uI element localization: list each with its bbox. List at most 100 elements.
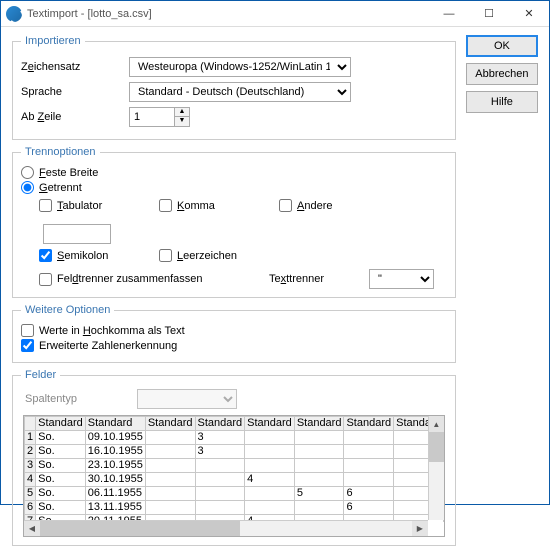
cell[interactable]: So. bbox=[36, 459, 86, 473]
row-number: 3 bbox=[25, 459, 36, 473]
fixed-width-radio[interactable]: Feste Breite bbox=[21, 166, 447, 179]
cell[interactable] bbox=[294, 473, 344, 487]
preview-grid[interactable]: StandardStandardStandardStandardStandard… bbox=[23, 415, 445, 537]
cell[interactable] bbox=[344, 473, 394, 487]
column-header[interactable]: Standard bbox=[294, 417, 344, 431]
column-header[interactable]: Standard bbox=[195, 417, 245, 431]
table-row[interactable]: 2So.16.10.1955 3 bbox=[25, 445, 444, 459]
help-button[interactable]: Hilfe bbox=[466, 91, 538, 113]
textdelim-label: Texttrenner bbox=[269, 273, 369, 285]
column-header[interactable]: Standard bbox=[85, 417, 145, 431]
scroll-right-icon[interactable]: ▶ bbox=[412, 521, 428, 536]
cell[interactable] bbox=[195, 501, 245, 515]
spin-up-icon[interactable]: ▲ bbox=[175, 108, 189, 117]
close-button[interactable]: ✕ bbox=[509, 1, 549, 27]
table-row[interactable]: 1So.09.10.1955 3 bbox=[25, 431, 444, 445]
cell[interactable] bbox=[245, 445, 295, 459]
other-input[interactable] bbox=[43, 224, 111, 244]
cell[interactable] bbox=[195, 473, 245, 487]
horizontal-scrollbar[interactable]: ◀ ▶ bbox=[24, 520, 428, 536]
fromrow-input[interactable] bbox=[129, 107, 175, 127]
table-row[interactable]: 3So.23.10.1955 bbox=[25, 459, 444, 473]
cell[interactable]: 3 bbox=[195, 431, 245, 445]
cell[interactable] bbox=[245, 501, 295, 515]
cell[interactable] bbox=[245, 487, 295, 501]
import-group: Importieren Zeichensatz Westeuropa (Wind… bbox=[12, 35, 456, 140]
fromrow-label: Ab Zeile bbox=[21, 111, 129, 123]
row-number: 4 bbox=[25, 473, 36, 487]
fromrow-spinner[interactable]: ▲▼ bbox=[129, 107, 190, 127]
separator-group: Trennoptionen Feste Breite Getrennt Tabu… bbox=[12, 146, 456, 298]
detect-numbers-checkbox[interactable]: Erweiterte Zahlenerkennung bbox=[21, 339, 447, 352]
cell[interactable] bbox=[294, 501, 344, 515]
cell[interactable] bbox=[145, 487, 195, 501]
cell[interactable]: 6 bbox=[344, 487, 394, 501]
spin-down-icon[interactable]: ▼ bbox=[175, 117, 189, 126]
space-checkbox[interactable]: Leerzeichen bbox=[159, 249, 269, 262]
column-header[interactable]: Standard bbox=[145, 417, 195, 431]
cell[interactable] bbox=[195, 487, 245, 501]
cell[interactable]: So. bbox=[36, 473, 86, 487]
delimited-radio[interactable]: Getrennt bbox=[21, 181, 447, 194]
moreopts-legend: Weitere Optionen bbox=[21, 304, 114, 316]
cell[interactable] bbox=[145, 445, 195, 459]
table-row[interactable]: 5So.06.11.195556 bbox=[25, 487, 444, 501]
ok-button[interactable]: OK bbox=[466, 35, 538, 57]
cell[interactable]: 5 bbox=[294, 487, 344, 501]
language-select[interactable]: Standard - Deutsch (Deutschland) bbox=[129, 82, 351, 102]
quoted-text-checkbox[interactable]: Werte in Hochkomma als Text bbox=[21, 324, 447, 337]
semicolon-checkbox[interactable]: Semikolon bbox=[39, 249, 149, 262]
cell[interactable] bbox=[145, 459, 195, 473]
titlebar: Textimport - [lotto_sa.csv] — ☐ ✕ bbox=[1, 1, 549, 27]
cell[interactable]: 09.10.1955 bbox=[85, 431, 145, 445]
cell[interactable] bbox=[245, 431, 295, 445]
cell[interactable] bbox=[294, 445, 344, 459]
row-number: 6 bbox=[25, 501, 36, 515]
vertical-scrollbar[interactable]: ▲ bbox=[428, 416, 444, 520]
column-header[interactable]: Standard bbox=[36, 417, 86, 431]
maximize-button[interactable]: ☐ bbox=[469, 1, 509, 27]
other-checkbox[interactable]: Andere bbox=[279, 199, 389, 212]
textdelim-select[interactable]: " bbox=[369, 269, 434, 289]
minimize-button[interactable]: — bbox=[429, 1, 469, 27]
row-number: 2 bbox=[25, 445, 36, 459]
comma-checkbox[interactable]: Komma bbox=[159, 199, 269, 212]
cell[interactable] bbox=[195, 459, 245, 473]
tab-checkbox[interactable]: Tabulator bbox=[39, 199, 149, 212]
cell[interactable]: 4 bbox=[245, 473, 295, 487]
cell[interactable] bbox=[344, 431, 394, 445]
import-legend: Importieren bbox=[21, 35, 85, 47]
app-icon bbox=[6, 6, 22, 22]
charset-select[interactable]: Westeuropa (Windows-1252/WinLatin 1) bbox=[129, 57, 351, 77]
cell[interactable] bbox=[245, 459, 295, 473]
cell[interactable] bbox=[145, 501, 195, 515]
cell[interactable]: So. bbox=[36, 501, 86, 515]
coltype-select bbox=[137, 389, 237, 409]
window-title: Textimport - [lotto_sa.csv] bbox=[27, 8, 429, 20]
cell[interactable]: 6 bbox=[344, 501, 394, 515]
merge-checkbox[interactable]: Feldtrenner zusammenfassen bbox=[39, 273, 269, 286]
cell[interactable] bbox=[145, 431, 195, 445]
scroll-left-icon[interactable]: ◀ bbox=[24, 521, 40, 536]
cell[interactable]: 13.11.1955 bbox=[85, 501, 145, 515]
cell[interactable] bbox=[344, 459, 394, 473]
cell[interactable]: 30.10.1955 bbox=[85, 473, 145, 487]
cell[interactable] bbox=[294, 431, 344, 445]
scroll-up-icon[interactable]: ▲ bbox=[429, 416, 444, 432]
cell[interactable]: 06.11.1955 bbox=[85, 487, 145, 501]
cancel-button[interactable]: Abbrechen bbox=[466, 63, 538, 85]
row-number: 1 bbox=[25, 431, 36, 445]
cell[interactable]: 3 bbox=[195, 445, 245, 459]
cell[interactable] bbox=[294, 459, 344, 473]
cell[interactable]: 16.10.1955 bbox=[85, 445, 145, 459]
cell[interactable]: So. bbox=[36, 487, 86, 501]
table-row[interactable]: 6So.13.11.19556 bbox=[25, 501, 444, 515]
column-header[interactable]: Standard bbox=[245, 417, 295, 431]
cell[interactable]: So. bbox=[36, 445, 86, 459]
column-header[interactable]: Standard bbox=[344, 417, 394, 431]
table-row[interactable]: 4So.30.10.19554 bbox=[25, 473, 444, 487]
cell[interactable] bbox=[344, 445, 394, 459]
cell[interactable]: So. bbox=[36, 431, 86, 445]
cell[interactable]: 23.10.1955 bbox=[85, 459, 145, 473]
cell[interactable] bbox=[145, 473, 195, 487]
